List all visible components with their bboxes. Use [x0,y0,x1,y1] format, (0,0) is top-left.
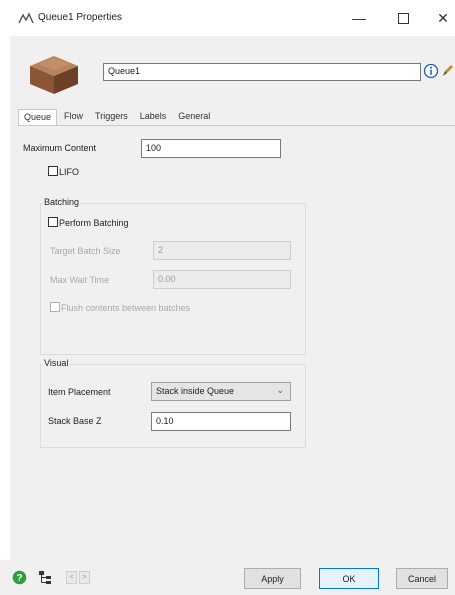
pencil-icon[interactable] [440,63,455,79]
perform-batching-checkbox[interactable] [48,217,58,227]
tab-queue[interactable]: Queue [18,109,58,126]
item-placement-label: Item Placement [48,387,111,397]
minimize-icon: — [352,10,366,26]
item-placement-value: Stack inside Queue [156,386,235,396]
tab-general[interactable]: General [173,109,215,125]
lifo-checkbox[interactable] [48,166,58,176]
max-wait-time-label: Max Wait Time [50,275,110,285]
target-batch-size-input[interactable]: 2 [153,241,291,260]
next-button[interactable]: > [79,571,90,584]
maximize-button[interactable] [388,6,418,30]
target-batch-size-label: Target Batch Size [50,246,121,256]
cancel-button[interactable]: Cancel [396,568,448,589]
maximize-icon [397,12,409,24]
max-content-input[interactable]: 100 [141,139,281,158]
flush-contents-label: Flush contents between batches [61,303,191,313]
apply-button[interactable]: Apply [244,568,301,589]
queue-tab-content: Maximum Content 100 LIFO Batching Perfor… [18,125,455,551]
tab-triggers[interactable]: Triggers [90,109,133,125]
visual-group-title: Visual [42,358,71,368]
stack-base-z-input[interactable]: 0.10 [151,412,291,431]
bottom-bar: ? < > Apply OK Cancel [0,560,455,595]
window-title: Queue1 Properties [38,12,122,23]
app-icon [18,12,34,24]
tree-icon[interactable] [38,570,52,585]
close-button[interactable]: ✕ [428,6,455,30]
lifo-label: LIFO [59,167,80,177]
tab-labels[interactable]: Labels [135,109,172,125]
visual-group [40,364,306,448]
tab-strip: Queue Flow Triggers Labels General [18,109,217,126]
box-icon [30,56,78,94]
max-content-label: Maximum Content [23,143,97,153]
svg-text:?: ? [16,573,22,584]
perform-batching-label: Perform Batching [59,218,129,228]
chevron-down-icon: ⌄ [276,385,284,395]
close-icon: ✕ [437,9,449,26]
previous-button[interactable]: < [66,571,77,584]
help-icon[interactable]: ? [12,570,27,585]
minimize-button[interactable]: — [344,6,374,30]
tab-flow[interactable]: Flow [59,109,88,125]
object-name-input[interactable]: Queue1 [103,63,421,81]
stack-base-z-label: Stack Base Z [48,416,102,426]
max-wait-time-input[interactable]: 0.00 [153,270,291,289]
batching-group-title: Batching [42,197,82,207]
info-icon[interactable] [423,63,439,79]
properties-panel: Queue1 Queue Flow Triggers Labels Genera… [10,36,455,566]
title-bar[interactable]: Queue1 Properties — ✕ [0,0,455,36]
flush-contents-checkbox[interactable] [50,302,60,312]
item-placement-select[interactable]: Stack inside Queue ⌄ [151,382,291,401]
ok-button[interactable]: OK [319,568,379,589]
properties-window: Queue1 Properties — ✕ Queue1 Queue Flow … [0,0,455,595]
